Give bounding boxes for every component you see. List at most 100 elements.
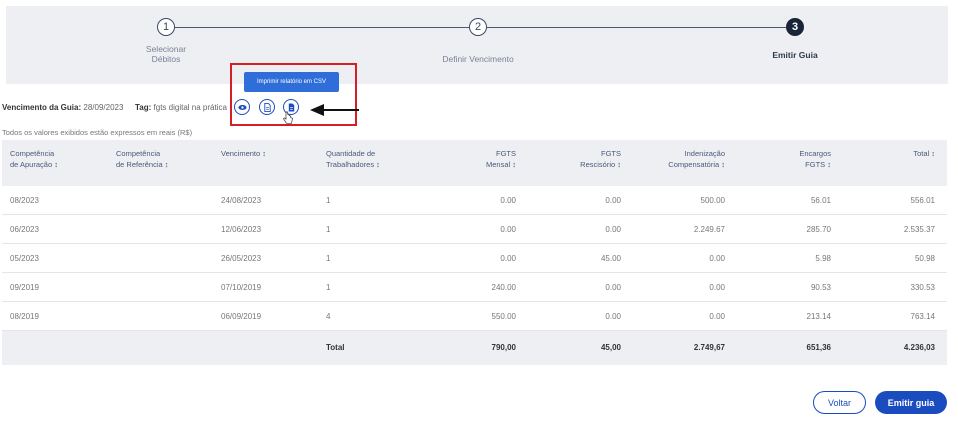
step-1-label: Selecionar Débitos: [124, 44, 208, 64]
step-connector: [175, 27, 469, 28]
total-rescisorio: 45,00: [600, 343, 621, 352]
cell-encargos: 90.53: [810, 283, 831, 292]
cell-total: 50.98: [914, 254, 935, 263]
cell-indenizacao: 0.00: [709, 283, 725, 292]
cell-mensal: 240.00: [491, 283, 516, 292]
tag-label: Tag:: [135, 103, 152, 112]
currency-note: Todos os valores exibidos estão expresso…: [2, 128, 193, 137]
step-1-circle: 1: [157, 18, 175, 36]
annotation-arrow-icon: [310, 104, 359, 116]
header-competencia-referencia[interactable]: Competência de Referência ↕: [116, 148, 169, 170]
cell-rescisorio: 0.00: [605, 196, 621, 205]
step-2-label: Definir Vencimento: [442, 54, 514, 64]
header-text: Quantidade de: [326, 149, 376, 158]
table-row: 08/2023 24/08/2023 1 0.00 0.00 500.00 56…: [2, 186, 947, 215]
cell-quantidade: 1: [326, 196, 331, 205]
header-text: Total ↕: [913, 149, 935, 158]
cell-rescisorio: 0.00: [605, 312, 621, 321]
cell-total: 763.14: [910, 312, 935, 321]
header-text: Rescisório ↕: [580, 160, 621, 169]
due-date-info: Vencimento da Guia: 28/09/2023: [2, 103, 123, 112]
cell-encargos: 213.14: [806, 312, 831, 321]
cell-apuracao: 05/2023: [10, 254, 39, 263]
table-row: 05/2023 26/05/2023 1 0.00 45.00 0.00 5.9…: [2, 244, 947, 273]
header-encargos[interactable]: Encargos FGTS ↕: [799, 148, 831, 170]
cell-total: 2.535.37: [903, 225, 935, 234]
table-row: 08/2019 06/09/2019 4 550.00 0.00 0.00 21…: [2, 302, 947, 331]
step-3-label: Emitir Guia: [772, 50, 818, 60]
debits-table: Competência de Apuração ↕ Competência de…: [2, 140, 947, 365]
table-row: 09/2019 07/10/2019 1 240.00 0.00 0.00 90…: [2, 273, 947, 302]
cell-rescisorio: 0.00: [605, 225, 621, 234]
step-3-circle: 3: [786, 18, 804, 36]
cell-mensal: 550.00: [491, 312, 516, 321]
header-text: Competência: [116, 149, 161, 158]
header-total[interactable]: Total ↕: [913, 148, 935, 159]
due-date-label: Vencimento da Guia:: [2, 103, 82, 112]
totals-label: Total: [326, 343, 345, 352]
header-indenizacao[interactable]: Indenização Compensatória ↕: [668, 148, 725, 170]
cell-total: 556.01: [910, 196, 935, 205]
cell-mensal: 0.00: [500, 254, 516, 263]
total-mensal: 790,00: [491, 343, 516, 352]
cell-vencimento: 24/08/2023: [221, 196, 262, 205]
header-text: FGTS ↕: [805, 160, 831, 169]
cell-quantidade: 4: [326, 312, 331, 321]
cell-mensal: 0.00: [500, 196, 516, 205]
tag-info: Tag: fgts digital na prática: [135, 103, 227, 112]
cell-apuracao: 08/2019: [10, 312, 39, 321]
cell-vencimento: 26/05/2023: [221, 254, 262, 263]
table-header: Competência de Apuração ↕ Competência de…: [2, 140, 947, 186]
totals-row: Total 790,00 45,00 2.749,67 651,36 4.236…: [2, 331, 947, 365]
stepper: 1 Selecionar Débitos 2 Definir Venciment…: [6, 6, 948, 84]
cell-apuracao: 09/2019: [10, 283, 39, 292]
header-text: Mensal ↕: [485, 160, 516, 169]
header-quantidade[interactable]: Quantidade de Trabalhadores ↕: [326, 148, 380, 170]
cell-apuracao: 06/2023: [10, 225, 39, 234]
header-fgts-mensal[interactable]: FGTS Mensal ↕: [486, 148, 516, 170]
cell-indenizacao: 2.249.67: [693, 225, 725, 234]
total-encargos: 651,36: [806, 343, 831, 352]
step-1-label-line1: Selecionar: [145, 44, 187, 54]
hand-cursor-icon: [283, 111, 293, 124]
header-text: Trabalhadores ↕: [326, 160, 380, 169]
cell-rescisorio: 45.00: [600, 254, 621, 263]
emit-guia-button[interactable]: Emitir guia: [875, 391, 947, 414]
header-fgts-rescisorio[interactable]: FGTS Rescisório ↕: [580, 148, 621, 170]
cell-indenizacao: 0.00: [709, 312, 725, 321]
cell-quantidade: 1: [326, 254, 331, 263]
header-text: Vencimento ↕: [221, 149, 267, 158]
due-date-value: 28/09/2023: [83, 103, 124, 112]
cell-indenizacao: 500.00: [700, 196, 725, 205]
back-button[interactable]: Voltar: [813, 391, 866, 414]
cell-encargos: 285.70: [806, 225, 831, 234]
header-text: FGTS: [496, 149, 516, 158]
cell-quantidade: 1: [326, 283, 331, 292]
header-text: de Referência ↕: [116, 160, 169, 169]
cell-indenizacao: 0.00: [709, 254, 725, 263]
total-geral: 4.236,03: [903, 343, 935, 352]
step-1-label-line2: Débitos: [151, 54, 181, 64]
cell-encargos: 56.01: [810, 196, 831, 205]
cell-total: 330.53: [910, 283, 935, 292]
total-indenizacao: 2.749,67: [693, 343, 725, 352]
header-text: FGTS: [601, 149, 621, 158]
header-vencimento[interactable]: Vencimento ↕: [221, 148, 266, 159]
header-text: Encargos: [799, 149, 831, 158]
header-text: Competência: [10, 149, 55, 158]
header-text: Compensatória ↕: [668, 160, 725, 169]
cell-quantidade: 1: [326, 225, 331, 234]
cell-encargos: 5.98: [815, 254, 831, 263]
tag-value: fgts digital na prática: [153, 103, 227, 112]
cell-vencimento: 07/10/2019: [221, 283, 262, 292]
cell-apuracao: 08/2023: [10, 196, 39, 205]
header-text: de Apuração ↕: [10, 160, 58, 169]
cell-vencimento: 06/09/2019: [221, 312, 262, 321]
header-competencia-apuracao[interactable]: Competência de Apuração ↕: [10, 148, 58, 170]
header-text: Indenização: [684, 149, 725, 158]
cell-mensal: 0.00: [500, 225, 516, 234]
cell-rescisorio: 0.00: [605, 283, 621, 292]
cell-vencimento: 12/06/2023: [221, 225, 262, 234]
step-connector: [487, 27, 786, 28]
table-row: 06/2023 12/06/2023 1 0.00 0.00 2.249.67 …: [2, 215, 947, 244]
